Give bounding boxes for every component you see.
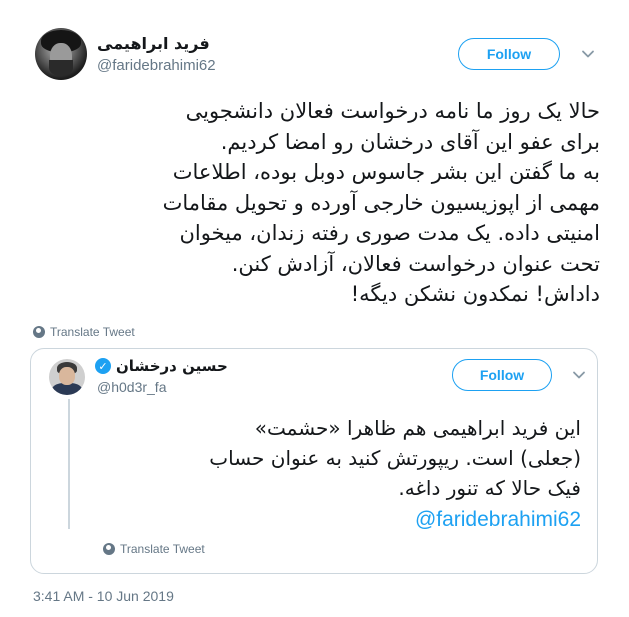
follow-button[interactable]: Follow [458,38,560,70]
tweet-body-line: به ما گفتن این بشر جاسوس دوبل بوده، اطلا… [172,160,600,184]
quoted-author-name-row[interactable]: حسین درخشان ✓ [95,357,228,375]
tweet-body: حالا یک روز ما نامه درخواست فعالان دانشج… [30,96,600,310]
tweet-body-line: تحت عنوان درخواست فعالان، آزادش کنن. [231,251,600,276]
translate-label: Translate Tweet [50,325,135,339]
tweet-body-line: برای عفو این آقای درخشان رو امضا کردیم. [220,129,600,154]
thread-line [68,399,70,529]
quoted-author-avatar[interactable] [49,359,85,395]
quoted-tweet-body: این فرید ابراهیمی هم ظاهرا «حشمت» (جعلی)… [91,413,581,535]
quoted-author-name: حسین درخشان [116,357,228,375]
tweet-body-line: امنیتی داده. یک مدت صوری رفته زندان، میخ… [179,221,600,245]
author-handle[interactable]: @faridebrahimi62 [97,57,216,74]
translate-label: Translate Tweet [120,542,205,556]
author-avatar[interactable] [35,28,87,80]
tweet-body-line: حالا یک روز ما نامه درخواست فعالان دانشج… [185,99,600,123]
tweet-body-line: داداش! نمکدون نشکن دیگه! [350,282,600,306]
globe-icon [103,543,115,555]
translate-tweet-link[interactable]: Translate Tweet [33,325,135,339]
tweet-timestamp[interactable]: 3:41 AM - 10 Jun 2019 [33,588,174,604]
mention-link[interactable]: @faridebrahimi62 [91,505,581,535]
verified-badge-icon: ✓ [95,358,111,374]
chevron-down-icon[interactable] [571,367,587,383]
tweet-card: فرید ابراهیمی @faridebrahimi62 Follow حا… [0,0,629,617]
avatar-face [59,367,75,385]
quoted-follow-button[interactable]: Follow [452,359,552,391]
quoted-body-line: (جعلی) است. ریپورتش کنید به عنوان حساب [209,446,581,470]
globe-icon [33,326,45,338]
avatar-beard [49,60,73,76]
tweet-body-line: مهمی از اپوزیسیون خارجی آورده و تحویل مق… [162,190,600,215]
quoted-body-line: فیک حالا که تنور داغه. [398,476,581,500]
quoted-tweet[interactable]: حسین درخشان ✓ @h0d3r_fa Follow این فرید … [30,348,598,574]
chevron-down-icon[interactable] [580,46,596,62]
quoted-author-handle[interactable]: @h0d3r_fa [97,379,166,395]
quoted-body-line: این فرید ابراهیمی هم ظاهرا «حشمت» [254,416,581,440]
author-name[interactable]: فرید ابراهیمی [97,34,210,53]
quoted-translate-tweet-link[interactable]: Translate Tweet [103,542,205,556]
